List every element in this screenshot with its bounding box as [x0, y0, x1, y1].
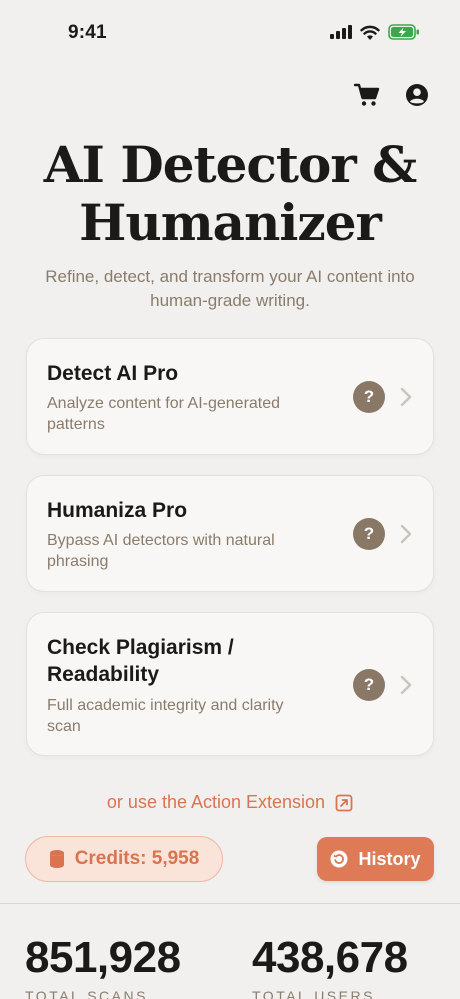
page-title-line-2: Humanizer [79, 193, 382, 252]
card-description: Full academic integrity and clarity scan [47, 697, 284, 735]
chevron-right-icon [400, 524, 412, 544]
history-icon [330, 850, 348, 868]
history-label: History [358, 848, 421, 869]
database-icon [49, 850, 64, 868]
status-time: 9:41 [68, 22, 107, 43]
card-title: Check Plagiarism / Readability [47, 636, 234, 686]
stat-value: 851,928 [25, 933, 181, 982]
page-title: AI Detector & Humanizer [0, 136, 460, 252]
stat-value: 438,678 [252, 933, 408, 982]
stat-total-users: 438,678 TOTAL USERS [252, 932, 408, 999]
signal-icon [330, 25, 352, 39]
status-bar: 9:41 [0, 0, 460, 70]
divider [0, 903, 460, 904]
external-link-icon [335, 794, 353, 811]
help-icon[interactable]: ? [353, 518, 385, 550]
page-title-line-1: AI Detector & [43, 135, 417, 194]
card-humaniza-pro[interactable]: Humaniza Pro Bypass AI detectors with na… [26, 475, 434, 592]
card-check-plagiarism-readability[interactable]: Check Plagiarism / Readability Full acad… [26, 612, 434, 756]
card-description: Analyze content for AI-generated pattern… [47, 395, 281, 433]
profile-icon [406, 84, 428, 106]
page-subtitle: Refine, detect, and transform your AI co… [45, 267, 415, 310]
cart-button[interactable] [354, 82, 380, 108]
help-icon[interactable]: ? [353, 381, 385, 413]
wifi-icon [360, 25, 380, 40]
history-button[interactable]: History [317, 837, 434, 881]
battery-icon [388, 24, 419, 40]
card-detect-ai-pro[interactable]: Detect AI Pro Analyze content for AI-gen… [26, 338, 434, 455]
stat-total-scans: 851,928 TOTAL SCANS [25, 932, 181, 999]
status-icons [330, 24, 420, 40]
chevron-right-icon [400, 387, 412, 407]
card-title: Detect AI Pro [47, 362, 179, 385]
action-extension-label: or use the Action Extension [106, 792, 326, 812]
credits-badge[interactable]: Credits: 5,958 [25, 836, 223, 882]
credits-label: Credits: 5,958 [74, 848, 200, 869]
profile-button[interactable] [404, 82, 430, 108]
stat-label: TOTAL SCANS [25, 988, 148, 999]
stat-label: TOTAL USERS [252, 988, 375, 999]
top-actions [354, 82, 430, 108]
chevron-right-icon [400, 675, 412, 695]
cart-icon [354, 83, 380, 106]
card-description: Bypass AI detectors with natural phrasin… [47, 532, 275, 570]
help-icon[interactable]: ? [353, 669, 385, 701]
card-title: Humaniza Pro [47, 499, 188, 522]
action-extension-link[interactable]: or use the Action Extension [0, 792, 460, 813]
